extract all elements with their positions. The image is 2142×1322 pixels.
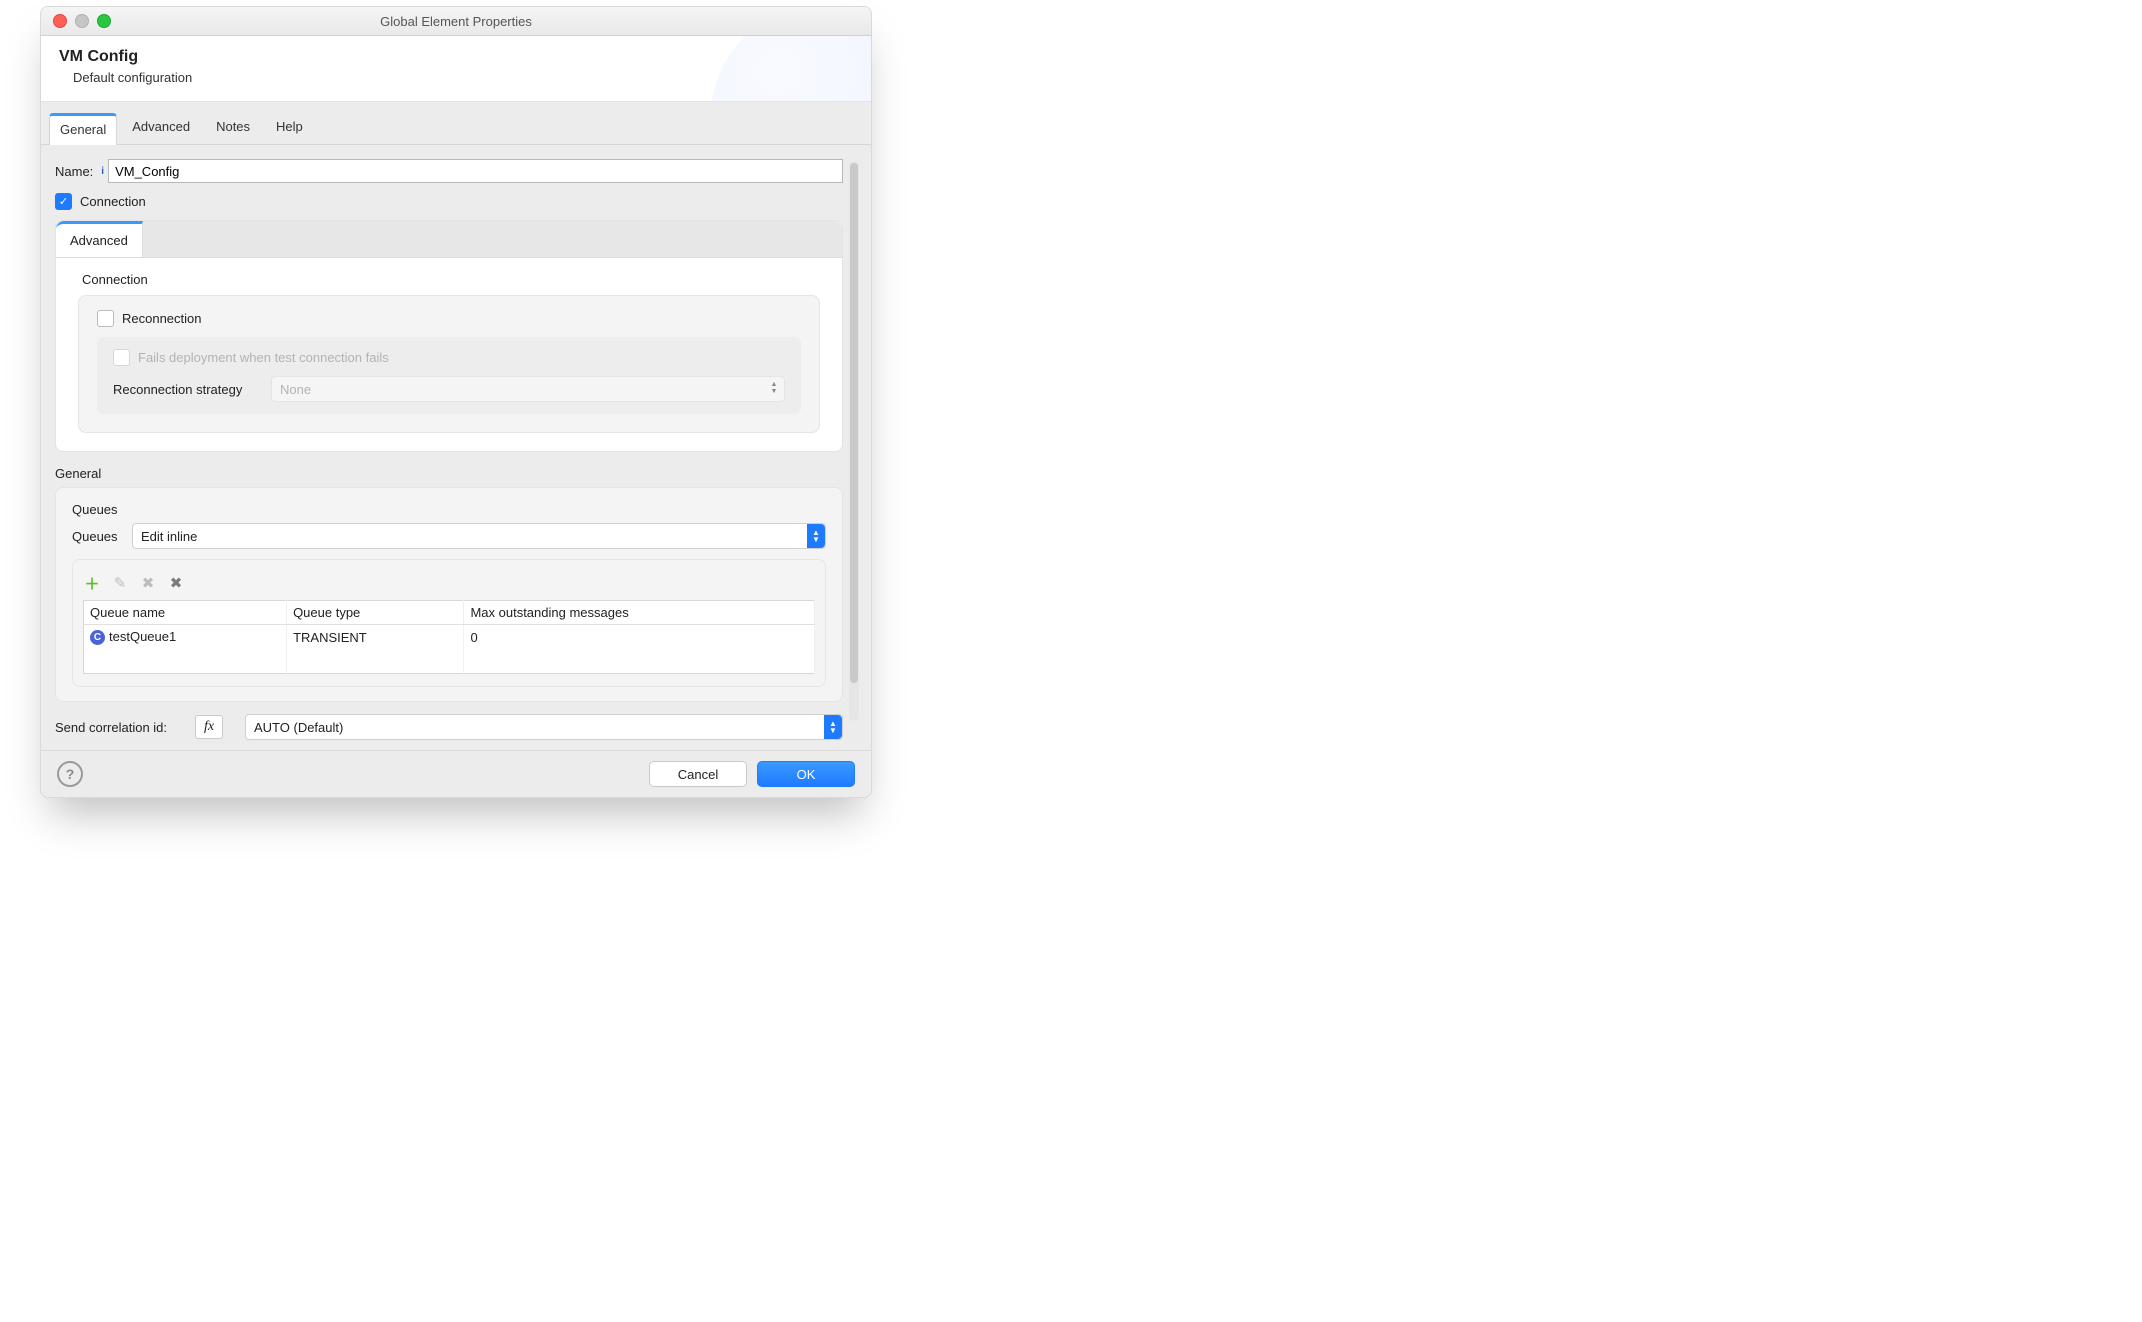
edit-icon: ✎ — [111, 574, 129, 592]
window-title: Global Element Properties — [41, 14, 871, 29]
reconnection-strategy-select: None ▲▼ — [271, 376, 785, 402]
delete-icon: ✖ — [139, 574, 157, 592]
send-correlation-select[interactable]: AUTO (Default) ▲▼ — [245, 714, 843, 740]
queues-panel: Queues Queues Edit inline ▲▼ ＋ ✎ ✖ ✖ — [55, 487, 843, 702]
general-section-label: General — [55, 466, 843, 481]
col-queue-name[interactable]: Queue name — [84, 601, 287, 625]
fails-deploy-checkbox — [113, 349, 130, 366]
connection-panel: Advanced Connection Reconnection Fails d… — [55, 220, 843, 452]
queues-mode-select[interactable]: Edit inline ▲▼ — [132, 523, 826, 549]
tools-icon[interactable]: ✖ — [167, 574, 185, 592]
dialog-window: Global Element Properties VM Config Defa… — [40, 6, 872, 798]
queues-heading: Queues — [72, 502, 826, 517]
reconnection-panel: Reconnection Fails deployment when test … — [78, 295, 820, 433]
col-max-msgs[interactable]: Max outstanding messages — [464, 601, 815, 625]
queues-field-label: Queues — [72, 529, 124, 544]
cell-queue-type: TRANSIENT — [287, 625, 464, 650]
queue-icon: C — [90, 630, 105, 645]
add-icon[interactable]: ＋ — [83, 574, 101, 592]
help-icon[interactable]: ? — [57, 761, 83, 787]
name-input[interactable] — [108, 159, 843, 183]
cell-max-msgs: 0 — [464, 625, 815, 650]
table-row[interactable]: CtestQueue1 TRANSIENT 0 — [84, 625, 815, 650]
scrollbar-thumb[interactable] — [850, 163, 858, 683]
main-tabbar: General Advanced Notes Help — [41, 102, 871, 145]
tab-advanced[interactable]: Advanced — [121, 112, 201, 144]
dialog-header: VM Config Default configuration — [41, 36, 871, 102]
connection-tab-advanced[interactable]: Advanced — [56, 221, 143, 257]
fx-button[interactable]: fx — [195, 715, 223, 739]
reconnection-label: Reconnection — [122, 311, 202, 326]
send-correlation-value: AUTO (Default) — [254, 720, 343, 735]
scrollbar[interactable] — [849, 161, 859, 721]
cancel-button[interactable]: Cancel — [649, 761, 747, 787]
connection-section-label: Connection — [82, 272, 842, 287]
cell-queue-name: testQueue1 — [109, 629, 176, 644]
queues-mode-value: Edit inline — [141, 529, 197, 544]
name-label: Name: — [55, 164, 93, 179]
dialog-footer: ? Cancel OK — [41, 750, 871, 797]
chevron-up-down-icon: ▲▼ — [824, 715, 842, 739]
reconnection-strategy-label: Reconnection strategy — [113, 382, 263, 397]
reconnection-checkbox[interactable] — [97, 310, 114, 327]
col-queue-type[interactable]: Queue type — [287, 601, 464, 625]
titlebar: Global Element Properties — [41, 7, 871, 36]
fails-deploy-label: Fails deployment when test connection fa… — [138, 350, 389, 365]
header-decoration — [711, 36, 871, 102]
tab-notes[interactable]: Notes — [205, 112, 261, 144]
connection-checkbox[interactable]: ✓ — [55, 193, 72, 210]
send-correlation-label: Send correlation id: — [55, 720, 187, 735]
queues-table[interactable]: Queue name Queue type Max outstanding me… — [83, 600, 815, 674]
stepper-icon: ▲▼ — [768, 380, 780, 396]
tab-help[interactable]: Help — [265, 112, 314, 144]
info-icon: i — [101, 166, 104, 177]
ok-button[interactable]: OK — [757, 761, 855, 787]
chevron-up-down-icon: ▲▼ — [807, 524, 825, 548]
tab-general[interactable]: General — [49, 113, 117, 145]
queue-toolbar: ＋ ✎ ✖ ✖ — [83, 574, 815, 592]
connection-label: Connection — [80, 194, 146, 209]
dialog-body: Name: i ✓ Connection Advanced Connection… — [55, 159, 843, 740]
reconnection-strategy-value: None — [280, 382, 311, 397]
